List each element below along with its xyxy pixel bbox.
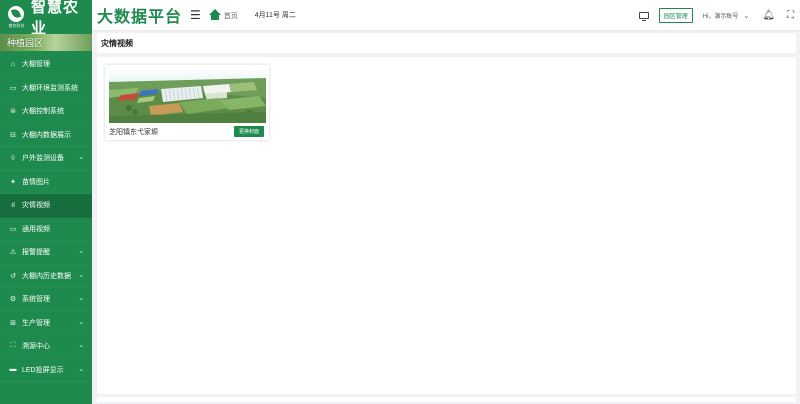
sidebar-item-label: 灾情视频	[22, 202, 50, 210]
sidebar-item-led-display[interactable]: ▬ LED投屏显示 ⌄	[0, 359, 92, 382]
logo-sub-text: 睿农科技	[8, 22, 25, 28]
sidebar-item-label: 苗情图片	[22, 178, 50, 186]
logo-area: 睿农科技 智慧农业	[0, 0, 92, 37]
sidebar-item-seedling-images[interactable]: ✦ 苗情图片	[0, 171, 92, 194]
logo-badge: 睿农科技	[6, 3, 27, 31]
sidebar-item-production-mgmt[interactable]: ⊞ 生产管理 ⌄	[0, 312, 92, 335]
sidebar-item-label: LED投屏显示	[22, 366, 64, 374]
chevron-down-icon: ⌄	[78, 365, 84, 373]
park-name: 种植园区	[7, 38, 44, 48]
page-title: 灾情视频	[101, 38, 133, 48]
sidebar-item-label: 大棚环境监测系统	[22, 84, 78, 92]
sidebar-item-label: 生产管理	[22, 319, 50, 327]
outdoor-device-icon: ◊	[11, 154, 15, 162]
video-card-title: 芝阳镇东弋家塬	[109, 129, 158, 136]
chart-icon: ıl	[11, 201, 15, 209]
monitor-icon[interactable]	[638, 12, 649, 21]
page-title-bar: 灾情视频	[97, 33, 796, 53]
video-cover-image[interactable]	[109, 68, 266, 123]
sidebar-item-system-mgmt[interactable]: ⚙ 系统管理 ⌄	[0, 288, 92, 312]
breadcrumb-home[interactable]: 首页	[224, 11, 238, 21]
top-header: 大数据平台 ☰ 首页 4月11号 周二 园区管理 Hi，演示账号 ⌄ 🔔︎ ⛶	[92, 0, 800, 31]
chevron-down-icon: ⌄	[78, 248, 84, 255]
sidebar-item-disaster-video[interactable]: ıl 灾情视频	[0, 194, 92, 218]
chevron-down-icon: ⌄	[78, 295, 84, 302]
sidebar-item-label: 大棚管理	[22, 61, 50, 69]
video-card[interactable]: 芝阳镇东弋家塬 更换封面	[105, 65, 269, 140]
sidebar: 睿农科技 智慧农业 种植园区 ⌂ 大棚管理 ▭ 大棚环境监测系统 ⊜ 大棚控制系…	[0, 0, 92, 404]
content-panel: 芝阳镇东弋家塬 更换封面	[97, 57, 796, 394]
sidebar-item-outdoor-device[interactable]: ◊ 户外监测设备 ⌄	[0, 147, 92, 171]
video-icon: ▭	[9, 225, 17, 233]
sidebar-item-label: 系统管理	[22, 296, 50, 304]
brand-name: 智慧农业	[30, 0, 79, 37]
park-management-button[interactable]: 园区管理	[658, 8, 693, 23]
sidebar-item-greenhouse-mgmt[interactable]: ⌂ 大棚管理	[0, 53, 92, 77]
user-menu[interactable]: Hi，演示账号	[703, 11, 739, 20]
sidebar-item-label: 大棚控制系统	[22, 108, 64, 116]
history-icon: ↺	[10, 272, 16, 280]
bell-icon[interactable]: 🔔︎	[762, 10, 775, 21]
home-icon[interactable]	[208, 9, 221, 21]
sidebar-item-history-data[interactable]: ↺ 大棚内历史数据 ⌄	[0, 265, 92, 288]
seedling-icon: ✦	[10, 178, 16, 186]
chevron-down-icon: ⌄	[78, 271, 84, 279]
monitor-icon: ▭	[9, 84, 17, 92]
alert-icon: ⚠	[9, 249, 17, 257]
menu-toggle-icon[interactable]: ☰	[190, 8, 201, 22]
sidebar-menu: ⌂ 大棚管理 ▭ 大棚环境监测系统 ⊜ 大棚控制系统 ⊟ 大棚内数据展示 ◊ 户…	[0, 53, 92, 382]
sidebar-item-label: 大棚内数据展示	[22, 131, 71, 139]
production-icon: ⊞	[10, 319, 16, 327]
sidebar-item-control-system[interactable]: ⊜ 大棚控制系统	[0, 100, 92, 124]
sidebar-item-trace-center[interactable]: ⛶ 溯源中心 ⌄	[0, 335, 92, 359]
fullscreen-icon[interactable]: ⛶	[787, 10, 794, 21]
sidebar-item-data-display[interactable]: ⊟ 大棚内数据展示	[0, 124, 92, 147]
leaf-logo-icon	[8, 5, 25, 22]
header-right: 园区管理 Hi，演示账号 ⌄ 🔔︎ ⛶	[638, 0, 800, 31]
footer-strip	[97, 397, 796, 402]
trace-icon: ⛶	[10, 342, 16, 350]
park-banner[interactable]: 种植园区	[0, 34, 92, 51]
led-icon: ▬	[9, 366, 17, 374]
settings-icon: ⚙	[9, 296, 17, 304]
sidebar-item-label: 户外监测设备	[22, 155, 64, 163]
sidebar-item-env-monitor[interactable]: ▭ 大棚环境监测系统	[0, 77, 92, 100]
sidebar-item-label: 溯源中心	[22, 343, 50, 351]
sidebar-item-label: 大棚内历史数据	[22, 272, 71, 280]
date-display: 4月11号 周二	[254, 12, 296, 19]
chevron-down-icon[interactable]: ⌄	[743, 12, 749, 20]
chevron-down-icon: ⌄	[78, 342, 84, 349]
chevron-down-icon: ⌄	[78, 154, 84, 161]
sidebar-item-label: 通用视频	[22, 225, 50, 233]
sidebar-item-alarm[interactable]: ⚠ 报警提醒 ⌄	[0, 241, 92, 265]
platform-title: 大数据平台	[97, 9, 183, 26]
control-icon: ⊜	[10, 108, 16, 116]
data-display-icon: ⊟	[10, 131, 16, 139]
home-icon: ⌂	[10, 60, 16, 68]
sidebar-item-label: 报警提醒	[22, 249, 50, 257]
sidebar-item-general-video[interactable]: ▭ 通用视频	[0, 218, 92, 241]
chevron-down-icon: ⌄	[78, 318, 84, 326]
change-cover-button[interactable]: 更换封面	[233, 126, 264, 137]
